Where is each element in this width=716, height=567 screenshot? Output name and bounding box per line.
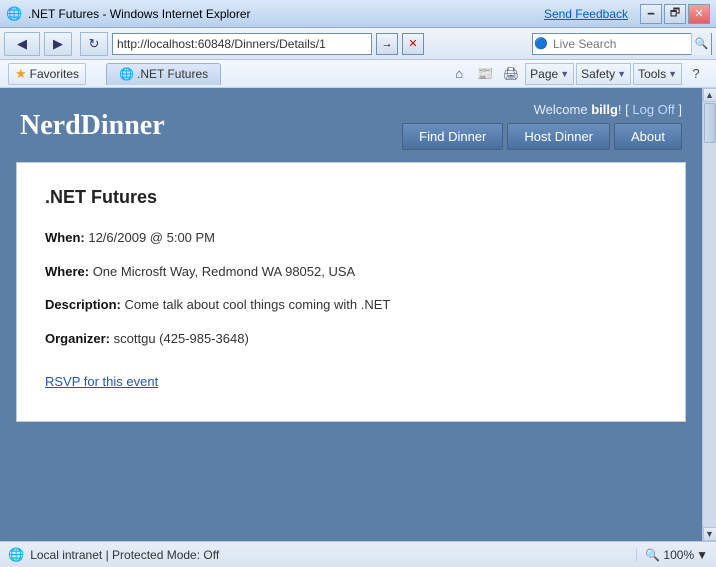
site-title: NerdDinner <box>20 110 165 142</box>
browser-body: NerdDinner Welcome billg! [ Log Off ] Fi… <box>0 88 716 567</box>
safety-menu-label: Safety <box>581 67 615 81</box>
page-arrow-icon: ▼ <box>560 69 569 79</box>
tab-net-futures[interactable]: 🌐 .NET Futures <box>106 63 221 85</box>
refresh-button[interactable]: ↻ <box>80 32 108 56</box>
star-icon: ★ <box>15 66 27 82</box>
home-button[interactable]: ⌂ <box>447 63 471 85</box>
welcome-end: ] <box>675 102 682 117</box>
title-right: Send Feedback <box>544 7 636 21</box>
minimize-button[interactable]: 🗕 <box>640 4 662 24</box>
when-row: When: 12/6/2009 @ 5:00 PM <box>45 228 657 248</box>
print-button[interactable]: 🖨 <box>499 63 523 85</box>
tab-label: .NET Futures <box>137 67 208 81</box>
scroll-down-arrow[interactable]: ▼ <box>703 527 716 541</box>
safety-arrow-icon: ▼ <box>617 69 626 79</box>
restore-button[interactable]: 🗗 <box>664 4 686 24</box>
status-icon: 🌐 <box>8 547 24 563</box>
when-label: When: <box>45 230 85 245</box>
address-bar: ◀ ▶ ↻ → ✕ 🔵 Live Search 🔍 <box>0 28 716 60</box>
scroll-thumb[interactable] <box>704 103 716 143</box>
site-header: NerdDinner Welcome billg! [ Log Off ] Fi… <box>0 88 702 158</box>
rsvp-link[interactable]: RSVP for this event <box>45 374 158 389</box>
page-menu-label: Page <box>530 67 558 81</box>
forward-button[interactable]: ▶ <box>44 32 72 56</box>
favorites-label: Favorites <box>30 67 79 81</box>
status-bar: 🌐 Local intranet | Protected Mode: Off 🔍… <box>0 541 716 567</box>
content-area: NerdDinner Welcome billg! [ Log Off ] Fi… <box>0 88 716 541</box>
description-value: Come talk about cool things coming with … <box>124 297 390 312</box>
title-bar: 🌐 .NET Futures - Windows Internet Explor… <box>0 0 716 28</box>
nav-buttons: Find Dinner Host Dinner About <box>402 123 682 150</box>
title-bar-controls: 🗕 🗗 ✕ <box>640 4 710 24</box>
live-search-label: Live Search <box>549 37 691 51</box>
ie-search-icon: 🔵 <box>533 36 549 52</box>
go-button[interactable]: → <box>376 33 398 55</box>
tab-bar: 🌐 .NET Futures <box>106 63 221 85</box>
tools-menu-label: Tools <box>638 67 666 81</box>
stop-button[interactable]: ✕ <box>402 33 424 55</box>
title-bar-text: .NET Futures - Windows Internet Explorer <box>28 7 544 21</box>
description-label: Description: <box>45 297 121 312</box>
scroll-track[interactable] <box>703 102 716 527</box>
where-value: One Microsft Way, Redmond WA 98052, USA <box>93 264 356 279</box>
find-dinner-button[interactable]: Find Dinner <box>402 123 503 150</box>
live-search-go-button[interactable]: 🔍 <box>691 33 711 55</box>
logoff-link[interactable]: Log Off <box>632 102 674 117</box>
tab-icon: 🌐 <box>119 67 133 81</box>
zoom-arrow-icon: ▼ <box>696 548 708 562</box>
dinner-title: .NET Futures <box>45 187 657 208</box>
scroll-up-arrow[interactable]: ▲ <box>703 88 716 102</box>
back-button[interactable]: ◀ <box>4 32 40 56</box>
description-row: Description: Come talk about cool things… <box>45 295 657 315</box>
welcome-text: Welcome billg! [ Log Off ] <box>534 102 682 117</box>
zoom-label: 🔍 100% <box>645 548 694 562</box>
toolbar-right: ⌂ 📰 🖨 Page ▼ Safety ▼ Tools ▼ ? <box>447 63 708 85</box>
about-button[interactable]: About <box>614 123 682 150</box>
host-dinner-button[interactable]: Host Dinner <box>507 123 610 150</box>
close-button[interactable]: ✕ <box>688 4 710 24</box>
main-content: .NET Futures When: 12/6/2009 @ 5:00 PM W… <box>0 158 702 541</box>
favorites-button[interactable]: ★ Favorites <box>8 63 86 85</box>
header-right: Welcome billg! [ Log Off ] Find Dinner H… <box>402 102 682 150</box>
page-area: NerdDinner Welcome billg! [ Log Off ] Fi… <box>0 88 702 541</box>
safety-menu[interactable]: Safety ▼ <box>576 63 631 85</box>
content-box: .NET Futures When: 12/6/2009 @ 5:00 PM W… <box>16 162 686 422</box>
organizer-label: Organizer: <box>45 331 110 346</box>
welcome-prefix: Welcome <box>534 102 592 117</box>
ie-icon: 🌐 <box>6 6 22 22</box>
organizer-value: scottgu (425-985-3648) <box>114 331 249 346</box>
address-input[interactable] <box>112 33 372 55</box>
page-menu[interactable]: Page ▼ <box>525 63 574 85</box>
live-search-box[interactable]: 🔵 Live Search 🔍 <box>532 33 712 55</box>
status-text: Local intranet | Protected Mode: Off <box>30 548 630 562</box>
scrollbar[interactable]: ▲ ▼ <box>702 88 716 541</box>
favorites-bar: ★ Favorites 🌐 .NET Futures ⌂ 📰 🖨 Page ▼ … <box>0 60 716 88</box>
send-feedback-link[interactable]: Send Feedback <box>544 7 628 21</box>
tools-arrow-icon: ▼ <box>668 69 677 79</box>
zoom-control[interactable]: 🔍 100% ▼ <box>636 548 708 562</box>
when-value-text: 12/6/2009 @ 5:00 PM <box>88 230 215 245</box>
organizer-row: Organizer: scottgu (425-985-3648) <box>45 329 657 349</box>
welcome-suffix: ! [ <box>618 102 632 117</box>
username: billg <box>591 102 618 117</box>
help-button[interactable]: ? <box>684 63 708 85</box>
feeds-button[interactable]: 📰 <box>473 63 497 85</box>
where-label: Where: <box>45 264 89 279</box>
where-row: Where: One Microsft Way, Redmond WA 9805… <box>45 262 657 282</box>
tools-menu[interactable]: Tools ▼ <box>633 63 682 85</box>
